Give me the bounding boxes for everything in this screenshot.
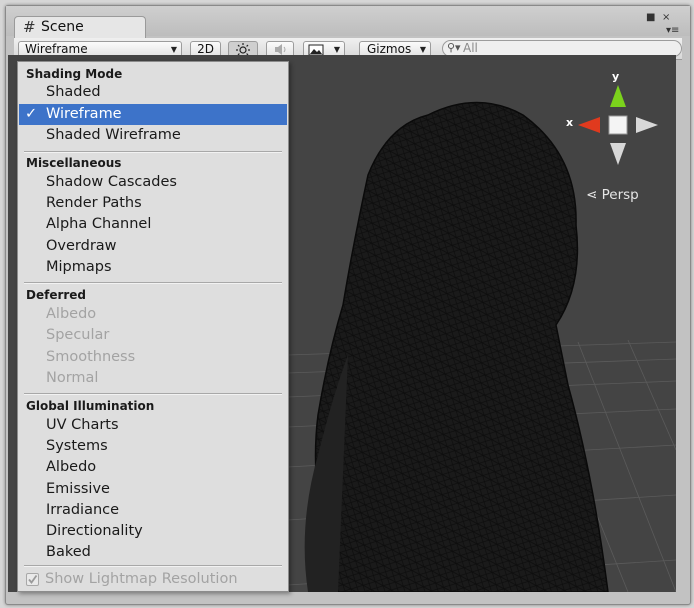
2d-label: 2D (197, 42, 214, 56)
menu-item-label: Normal (46, 370, 99, 386)
menu-item-alpha-channel[interactable]: Alpha Channel (19, 214, 287, 235)
section-header: Deferred (26, 288, 87, 302)
hash-icon: # (23, 18, 36, 36)
menu-item-overdraw[interactable]: Overdraw (19, 236, 287, 257)
menu-item-wireframe[interactable]: ✓ Wireframe (19, 104, 287, 125)
axis-gizmo-icon (578, 85, 658, 165)
menu-item-systems[interactable]: Systems (19, 436, 287, 457)
menu-item-label: Specular (46, 327, 110, 343)
menu-item-label: Albedo (46, 306, 97, 322)
lightmap-label: Show Lightmap Resolution (45, 571, 238, 587)
section-header: Global Illumination (26, 399, 155, 413)
menu-item-smoothness: Smoothness (19, 347, 287, 368)
menu-item-label: Irradiance (46, 502, 120, 518)
menu-divider (24, 151, 282, 153)
menu-item-mipmaps[interactable]: Mipmaps (19, 257, 287, 278)
tab-scene[interactable]: # Scene (14, 16, 146, 38)
menu-item-label: Shadow Cascades (46, 174, 177, 190)
search-icon: ⚲▾ (447, 41, 461, 54)
close-icon[interactable]: × (662, 12, 670, 23)
orientation-gizmo[interactable]: y x (566, 70, 668, 175)
projection-label: Persp (601, 187, 639, 203)
menu-item-label: Systems (46, 438, 108, 454)
menu-item-label: Albedo (46, 459, 97, 475)
menu-item-directionality[interactable]: Directionality (19, 521, 287, 542)
lightmap-checkbox (26, 573, 39, 586)
menu-item-normal: Normal (19, 368, 287, 389)
menu-divider (24, 282, 282, 284)
section-header: Shading Mode (26, 67, 123, 81)
wireframe-character (304, 101, 609, 592)
axis-y-label: y (612, 70, 620, 83)
tab-bar: # Scene ■ × ▾≡ (6, 6, 690, 38)
menu-divider (24, 565, 282, 567)
perspective-icon: ⋖ (586, 187, 598, 203)
menu-item-emissive[interactable]: Emissive (19, 479, 287, 500)
menu-item-shaded-wireframe[interactable]: Shaded Wireframe (19, 125, 287, 146)
menu-item-uv-charts[interactable]: UV Charts (19, 415, 287, 436)
lightmap-resolution-option: Show Lightmap Resolution (26, 571, 238, 587)
menu-item-label: Directionality (46, 523, 143, 539)
menu-divider (24, 393, 282, 395)
check-icon (28, 574, 38, 584)
axis-x-label: x (566, 116, 574, 129)
gizmos-label: Gizmos (367, 42, 412, 56)
menu-item-label: Overdraw (46, 238, 117, 254)
projection-toggle[interactable]: ⋖ Persp (586, 187, 639, 203)
draw-mode-label: Wireframe (25, 42, 88, 56)
menu-item-label: Mipmaps (46, 259, 112, 275)
menu-item-label: Render Paths (46, 195, 142, 211)
menu-item-label: UV Charts (46, 417, 119, 433)
draw-mode-menu: Shading Mode Shaded ✓ Wireframe Shaded Wi… (17, 61, 289, 592)
menu-item-shadow-cascades[interactable]: Shadow Cascades (19, 172, 287, 193)
menu-item-gi-albedo[interactable]: Albedo (19, 457, 287, 478)
menu-item-shaded[interactable]: Shaded (19, 82, 287, 103)
section-header: Miscellaneous (26, 156, 122, 170)
tab-title: Scene (41, 19, 84, 35)
menu-item-label: Baked (46, 544, 91, 560)
menu-item-specular: Specular (19, 325, 287, 346)
menu-item-label: Shaded (46, 84, 101, 100)
maximize-icon[interactable]: ■ (646, 12, 655, 23)
menu-item-label: Shaded Wireframe (46, 127, 181, 143)
check-icon: ✓ (25, 106, 38, 122)
search-placeholder: All (463, 41, 478, 55)
menu-item-label: Alpha Channel (46, 216, 152, 232)
menu-item-label: Emissive (46, 481, 110, 497)
menu-item-label: Wireframe (46, 106, 122, 122)
menu-item-label: Smoothness (46, 349, 136, 365)
menu-item-irradiance[interactable]: Irradiance (19, 500, 287, 521)
panel-menu-icon[interactable]: ▾≡ (666, 25, 679, 36)
menu-item-render-paths[interactable]: Render Paths (19, 193, 287, 214)
menu-item-deferred-albedo: Albedo (19, 304, 287, 325)
menu-item-baked[interactable]: Baked (19, 542, 287, 563)
